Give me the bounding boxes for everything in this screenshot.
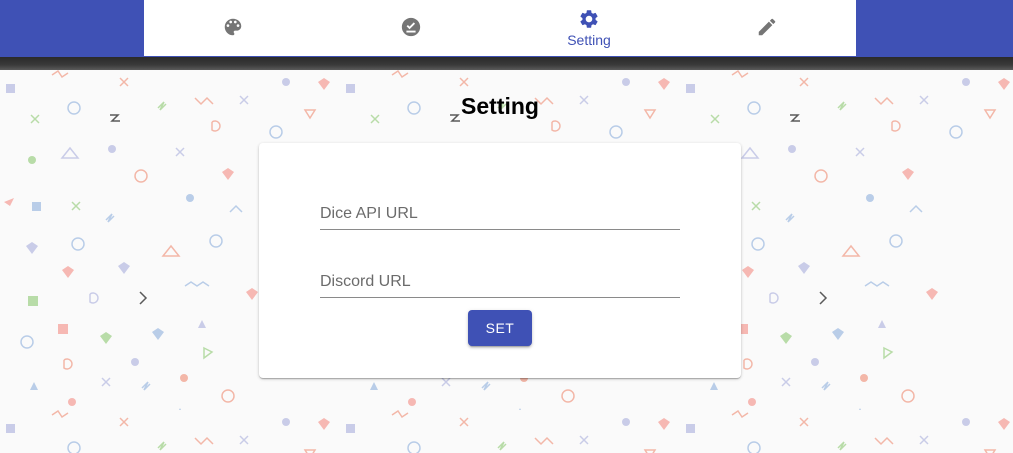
gear-icon xyxy=(578,8,600,30)
check-circle-icon xyxy=(400,16,422,38)
tab-setting[interactable]: Setting xyxy=(500,0,678,56)
discord-url-field xyxy=(320,267,680,298)
pencil-icon xyxy=(756,16,778,38)
palette-icon xyxy=(222,16,244,38)
settings-card: SET xyxy=(259,143,741,378)
tab-setting-label: Setting xyxy=(567,32,611,48)
discord-url-input[interactable] xyxy=(320,267,680,297)
tab-palette[interactable] xyxy=(144,0,322,56)
dice-api-url-field xyxy=(320,199,680,230)
tab-edit[interactable] xyxy=(678,0,856,56)
set-button[interactable]: SET xyxy=(468,310,532,346)
dice-api-url-input[interactable] xyxy=(320,199,680,229)
tab-check[interactable] xyxy=(322,0,500,56)
app-bar-divider xyxy=(0,57,1013,70)
tab-navigation: Setting xyxy=(144,0,856,56)
page-title: Setting xyxy=(461,93,539,119)
